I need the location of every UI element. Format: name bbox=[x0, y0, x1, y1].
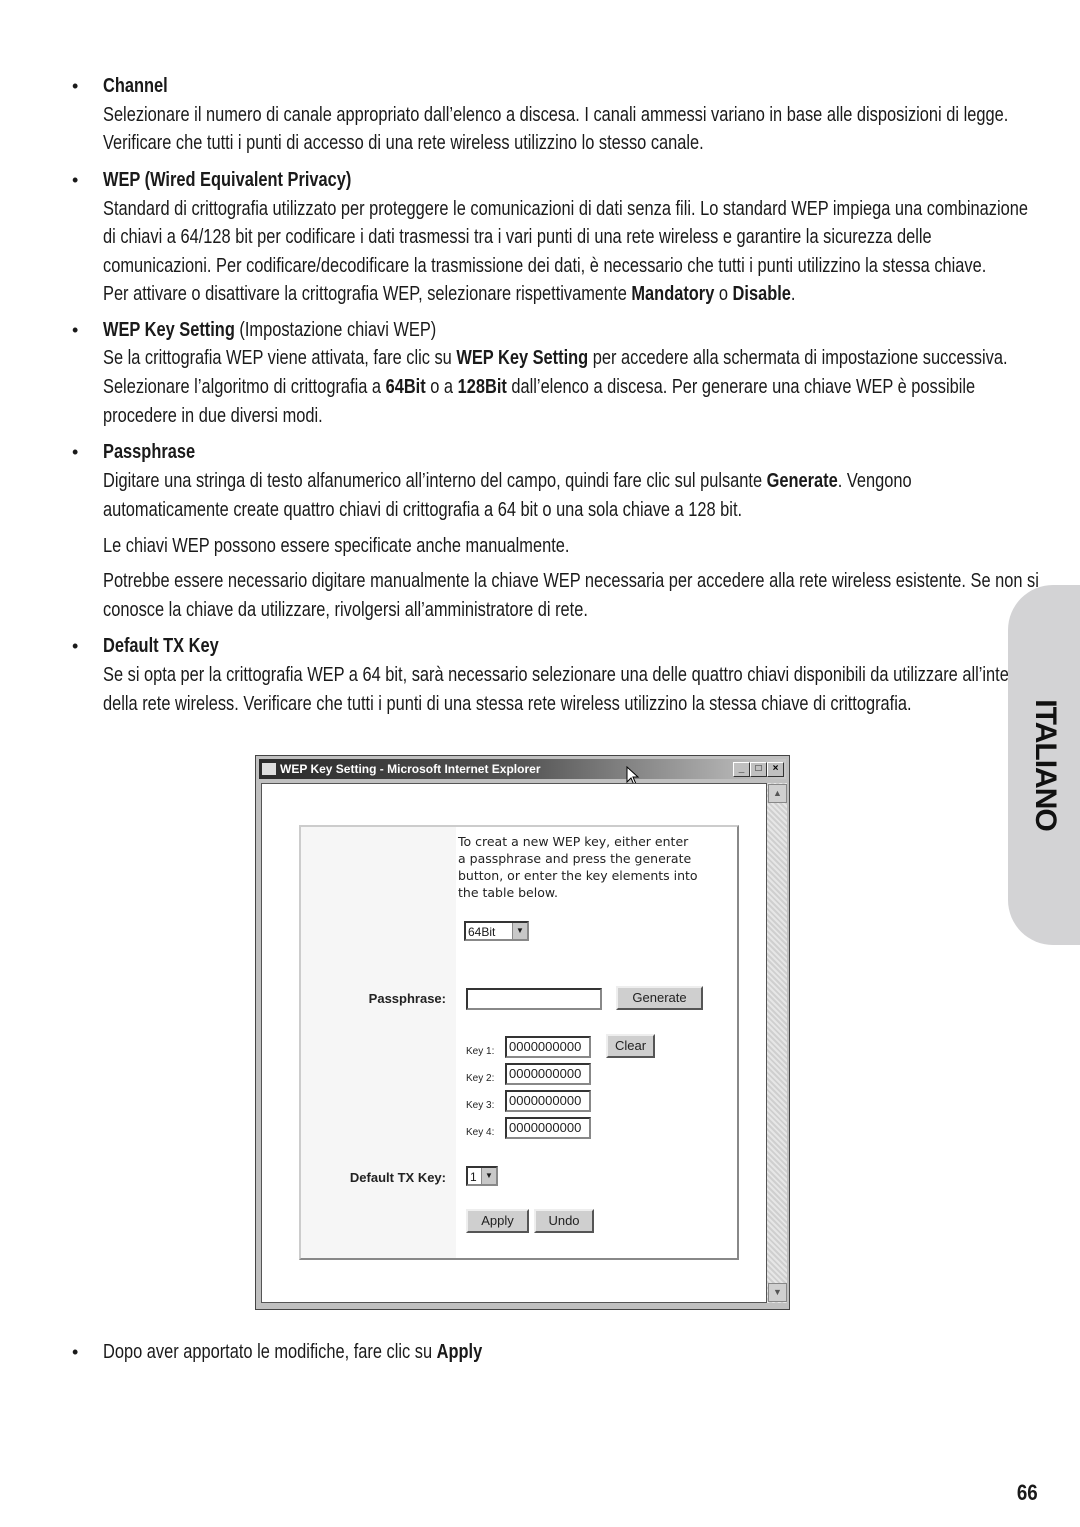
settings-panel: To creat a new WEP key, either enter a p… bbox=[299, 825, 739, 1260]
text: Selezionare l’algoritmo di crittografia … bbox=[103, 375, 386, 398]
default-tx-key-select[interactable]: 1 ▼ bbox=[466, 1166, 498, 1186]
bullet: • bbox=[72, 76, 79, 96]
paragraph-line: della rete wireless. Verificare che tutt… bbox=[103, 692, 912, 715]
chevron-down-icon: ▼ bbox=[481, 1168, 496, 1184]
scroll-down-icon[interactable]: ▼ bbox=[768, 1283, 787, 1302]
scroll-up-icon[interactable]: ▲ bbox=[768, 784, 787, 803]
default-tx-key-label: Default TX Key: bbox=[349, 1170, 446, 1185]
text: Digitare una stringa di testo alfanumeri… bbox=[103, 469, 767, 492]
window-title: WEP Key Setting - Microsoft Internet Exp… bbox=[280, 762, 541, 776]
bullet: • bbox=[72, 442, 79, 462]
paragraph-line: Standard di crittografia utilizzato per … bbox=[103, 197, 1028, 220]
internet-explorer-icon bbox=[262, 763, 276, 775]
key-label: Key 1: bbox=[466, 1046, 495, 1057]
paragraph-line: Dopo aver apportato le modifiche, fare c… bbox=[103, 1340, 482, 1364]
text: dall’elenco a discesa. Per generare una … bbox=[506, 375, 976, 398]
paragraph-line: Per attivare o disattivare la crittograf… bbox=[103, 282, 795, 306]
text: Per attivare o disattivare la crittograf… bbox=[103, 282, 632, 305]
undo-button[interactable]: Undo bbox=[534, 1209, 594, 1233]
paragraph-line: Se la crittografia WEP viene attivata, f… bbox=[103, 346, 1008, 370]
wep-key-setting-window: WEP Key Setting - Microsoft Internet Exp… bbox=[255, 755, 790, 1310]
text-bold: Generate bbox=[766, 469, 838, 492]
bullet: • bbox=[72, 170, 79, 190]
text: Se la crittografia WEP viene attivata, f… bbox=[103, 346, 457, 369]
text-bold: WEP Key Setting bbox=[103, 318, 235, 341]
bullet: • bbox=[72, 636, 79, 656]
close-button[interactable]: × bbox=[767, 762, 784, 777]
key-label: Key 4: bbox=[466, 1127, 495, 1138]
bullet: • bbox=[72, 1342, 79, 1362]
text-bold: WEP Key Setting bbox=[456, 346, 589, 369]
paragraph-line: Selezionare il numero di canale appropri… bbox=[103, 103, 1009, 126]
key-3-input[interactable]: 0000000000 bbox=[505, 1090, 591, 1112]
intro-text: To creat a new WEP key, either enter a p… bbox=[458, 834, 698, 900]
paragraph-line: automaticamente create quattro chiavi di… bbox=[103, 498, 743, 521]
page-number: 66 bbox=[1016, 1480, 1038, 1505]
paragraph-line: Digitare una stringa di testo alfanumeri… bbox=[103, 469, 912, 493]
apply-button[interactable]: Apply bbox=[466, 1209, 529, 1233]
paragraph-line: Potrebbe essere necessario digitare manu… bbox=[103, 569, 1039, 592]
section-heading-wep: WEP (Wired Equivalent Privacy) bbox=[103, 168, 352, 191]
text-bold: 64Bit bbox=[385, 375, 426, 398]
bit-length-select[interactable]: 64Bit ▼ bbox=[464, 921, 529, 941]
key-1-input[interactable]: 0000000000 bbox=[505, 1036, 591, 1058]
key-2-input[interactable]: 0000000000 bbox=[505, 1063, 591, 1085]
text: per accedere alla schermata di impostazi… bbox=[588, 346, 1008, 369]
minimize-button[interactable]: _ bbox=[733, 762, 750, 777]
key-label: Key 3: bbox=[466, 1100, 495, 1111]
section-heading-default-tx-key: Default TX Key bbox=[103, 634, 219, 657]
text-bold: Disable bbox=[732, 282, 791, 305]
text-bold: Apply bbox=[436, 1340, 483, 1363]
paragraph-line: di chiavi a 64/128 bit per codificare i … bbox=[103, 225, 932, 248]
text: . bbox=[790, 282, 796, 305]
text-bold: 128Bit bbox=[457, 375, 507, 398]
maximize-button[interactable]: □ bbox=[750, 762, 767, 777]
text: . Vengono bbox=[837, 469, 912, 492]
paragraph-line: Le chiavi WEP possono essere specificate… bbox=[103, 534, 570, 557]
paragraph-line: conosce la chiave da utilizzare, rivolge… bbox=[103, 598, 588, 621]
bullet: • bbox=[72, 320, 79, 340]
page-content: To creat a new WEP key, either enter a p… bbox=[261, 783, 767, 1303]
paragraph-line: Verificare che tutti i punti di accesso … bbox=[103, 131, 704, 154]
text-bold: Mandatory bbox=[631, 282, 715, 305]
key-label: Key 2: bbox=[466, 1073, 495, 1084]
passphrase-label: Passphrase: bbox=[368, 991, 446, 1006]
vertical-scrollbar[interactable]: ▲ ▼ bbox=[767, 783, 787, 1303]
panel-left-column bbox=[301, 827, 456, 1258]
clear-button[interactable]: Clear bbox=[606, 1034, 655, 1058]
text: Dopo aver apportato le modifiche, fare c… bbox=[103, 1340, 437, 1363]
chevron-down-icon: ▼ bbox=[512, 923, 527, 939]
text: o a bbox=[425, 375, 458, 398]
paragraph-line: procedere in due diversi modi. bbox=[103, 404, 323, 427]
text: o bbox=[714, 282, 733, 305]
key-4-input[interactable]: 0000000000 bbox=[505, 1117, 591, 1139]
select-value: 64Bit bbox=[468, 925, 496, 939]
passphrase-input[interactable] bbox=[466, 988, 602, 1010]
language-tab-label: ITALIANO bbox=[1029, 699, 1062, 831]
section-heading-channel: Channel bbox=[103, 74, 168, 97]
paragraph-line: Se si opta per la crittografia WEP a 64 … bbox=[103, 663, 1033, 686]
paragraph-line: Selezionare l’algoritmo di crittografia … bbox=[103, 375, 975, 399]
select-value: 1 bbox=[470, 1170, 477, 1184]
paragraph-line: comunicazioni. Per codificare/decodifica… bbox=[103, 254, 987, 277]
section-heading-wep-key-setting: WEP Key Setting (Impostazione chiavi WEP… bbox=[103, 318, 436, 342]
title-bar: WEP Key Setting - Microsoft Internet Exp… bbox=[259, 759, 786, 779]
section-heading-passphrase: Passphrase bbox=[103, 440, 196, 463]
text: (Impostazione chiavi WEP) bbox=[234, 318, 437, 341]
generate-button[interactable]: Generate bbox=[616, 986, 703, 1010]
